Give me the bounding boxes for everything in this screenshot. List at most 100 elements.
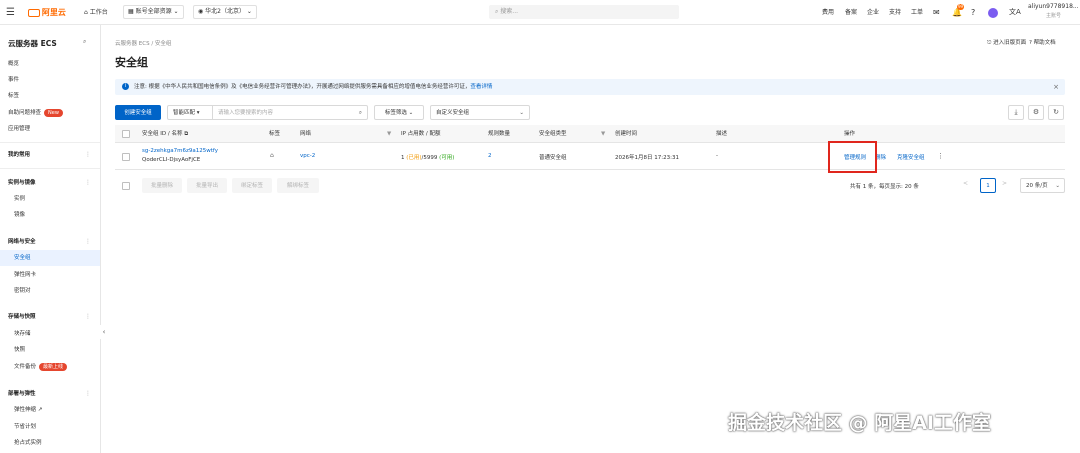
- help-docs-link[interactable]: ? 帮助文档: [1029, 38, 1056, 46]
- unbind-tags-button[interactable]: 解绑标签: [277, 178, 319, 193]
- topbar-link-filing[interactable]: 备案: [845, 0, 857, 25]
- description: -: [716, 153, 718, 159]
- topbar-link-fees[interactable]: 费用: [822, 0, 834, 25]
- notice-details-link[interactable]: 查看详情: [470, 84, 492, 90]
- security-group-type: 普通安全组: [539, 155, 567, 161]
- column-header-network: 网络: [300, 131, 312, 137]
- bulk-delete-button[interactable]: 批量删除: [142, 178, 182, 193]
- bulk-select-checkbox[interactable]: [122, 182, 130, 190]
- sidebar-item-app-management[interactable]: 应用管理: [0, 121, 100, 137]
- top-navigation-bar: ☰ 阿里云 ⌂ 工作台 ▦ 账号全部资源 ⌄ ◉ 华北2（北京） ⌄ ⌕ 搜索.…: [0, 0, 1080, 25]
- security-group-name: QoderCLI-DjsyAoFjCE: [142, 157, 201, 163]
- security-group-id-link[interactable]: sg-2zehkga7m6z9a125wtfy: [142, 148, 218, 154]
- bulk-export-button[interactable]: 批量导出: [187, 178, 227, 193]
- global-search-input[interactable]: ⌕ 搜索...: [489, 5, 679, 19]
- topbar-link-enterprise[interactable]: 企业: [867, 0, 879, 25]
- logo-mark-icon: [28, 8, 40, 17]
- sidebar-item-instances[interactable]: 实例: [0, 191, 100, 207]
- sidebar-item-key-pairs[interactable]: 密钥对: [0, 283, 100, 299]
- workbench-link[interactable]: ⌂ 工作台: [84, 0, 108, 25]
- custom-security-group-select[interactable]: 自定义安全组 ⌄: [430, 105, 530, 120]
- breadcrumb: 云服务器 ECS / 安全组: [115, 41, 172, 47]
- page-size-select[interactable]: 20 条/页 ⌄: [1020, 178, 1065, 193]
- breadcrumb-root[interactable]: 云服务器 ECS: [115, 41, 150, 47]
- tag-icon[interactable]: ⌂: [270, 152, 274, 159]
- help-icon[interactable]: ?: [971, 0, 975, 25]
- grid-icon: ▦: [128, 8, 134, 15]
- refresh-icon[interactable]: ↻: [1048, 105, 1064, 120]
- row-checkbox[interactable]: [122, 153, 130, 161]
- rule-count-link[interactable]: 2: [488, 153, 492, 159]
- info-icon: i: [122, 83, 129, 90]
- sidebar: 云服务器 ECS ⌕ 概览 事件 标签 自助问题排查 New 应用管理 我的常用 …: [0, 25, 101, 453]
- column-header-created-time: 创建时间: [615, 131, 638, 137]
- sidebar-item-tags[interactable]: 标签: [0, 88, 100, 104]
- page-title: 安全组: [115, 56, 148, 69]
- smart-match-dropdown[interactable]: 智能匹配 ▾: [167, 105, 213, 120]
- sidebar-item-spot-instances[interactable]: 抢占式实例: [0, 435, 100, 451]
- sidebar-item-events[interactable]: 事件: [0, 72, 100, 88]
- sidebar-search-icon[interactable]: ⌕: [83, 38, 86, 46]
- legacy-page-link[interactable]: ⎋ 进入旧版页面: [987, 38, 1026, 47]
- sidebar-item-images[interactable]: 镜像: [0, 207, 100, 223]
- sidebar-item-snapshots[interactable]: 快照: [0, 342, 100, 358]
- vpc-link[interactable]: vpc-2: [300, 153, 315, 159]
- page-1-button[interactable]: 1: [980, 178, 996, 193]
- topbar-link-support[interactable]: 支持: [889, 0, 901, 25]
- column-header-description: 描述: [716, 131, 728, 137]
- more-icon[interactable]: ⋮: [85, 147, 91, 163]
- more-icon[interactable]: ⋮: [85, 234, 91, 250]
- security-group-search-input[interactable]: 请输入您要搜索的内容 ⌕: [212, 105, 368, 120]
- sidebar-item-elastic-nic[interactable]: 弹性网卡: [0, 267, 100, 283]
- table-row: sg-2zehkga7m6z9a125wtfy QoderCLI-DjsyAoF…: [115, 144, 1065, 170]
- hamburger-menu-icon[interactable]: ☰: [6, 0, 15, 25]
- select-all-checkbox[interactable]: [122, 130, 130, 138]
- question-icon: ?: [1029, 40, 1032, 46]
- account-resources-selector[interactable]: ▦ 账号全部资源 ⌄: [123, 5, 184, 19]
- highlight-box: [828, 141, 877, 173]
- pagination-summary: 共有 1 条，每页显示: 20 条: [850, 184, 919, 190]
- message-icon[interactable]: ✉: [933, 0, 940, 25]
- more-icon[interactable]: ⋮: [85, 309, 91, 325]
- clone-security-group-link[interactable]: 克隆安全组: [897, 153, 925, 161]
- more-actions-icon[interactable]: ⋮: [937, 152, 944, 160]
- sidebar-item-overview[interactable]: 概览: [0, 56, 100, 72]
- download-icon[interactable]: ⤓: [1008, 105, 1024, 120]
- chevron-down-icon: ⌄: [519, 110, 524, 116]
- sidebar-item-file-backup[interactable]: 文件备份 最新上线: [0, 359, 100, 375]
- sidebar-item-auto-scaling[interactable]: 弹性伸缩 ↗: [0, 402, 100, 418]
- breadcrumb-current: 安全组: [154, 41, 172, 47]
- sidebar-divider: [0, 142, 100, 143]
- sidebar-title: 云服务器 ECS: [8, 39, 57, 48]
- prev-page-icon[interactable]: <: [963, 180, 968, 187]
- latest-launch-badge: 最新上线: [39, 362, 68, 371]
- more-icon[interactable]: ⋮: [85, 175, 91, 191]
- bell-icon[interactable]: 🔔 99: [952, 0, 965, 25]
- close-icon[interactable]: ×: [1053, 79, 1059, 95]
- aliyun-logo[interactable]: 阿里云: [28, 0, 66, 25]
- sidebar-item-security-groups[interactable]: 安全组: [0, 250, 100, 266]
- sidebar-item-self-troubleshoot[interactable]: 自助问题排查 New: [0, 105, 100, 121]
- create-security-group-button[interactable]: 创建安全组: [115, 105, 161, 120]
- column-header-ip-usage: IP 占用数 / 配额: [401, 131, 441, 137]
- notice-banner: i 注意: 根据《中华人民共和国电信条例》及《电信业务经营许可管理办法》，开展通…: [115, 79, 1065, 95]
- tag-filter-button[interactable]: 标签筛选 ⌄: [374, 105, 424, 120]
- region-selector[interactable]: ◉ 华北2（北京） ⌄: [193, 5, 257, 19]
- bind-tags-button[interactable]: 绑定标签: [232, 178, 272, 193]
- settings-gear-icon[interactable]: ⚙: [1028, 105, 1044, 120]
- search-icon[interactable]: ⌕: [359, 106, 362, 121]
- ai-assistant-icon[interactable]: [988, 8, 998, 18]
- column-header-id-name[interactable]: 安全组 ID / 名称 ⧉: [142, 125, 188, 143]
- sidebar-item-savings-plan[interactable]: 节省计划: [0, 419, 100, 435]
- table-header: 安全组 ID / 名称 ⧉ 标签 网络 ▼ IP 占用数 / 配额 规则数量 安…: [115, 125, 1065, 143]
- filter-icon[interactable]: ▼: [601, 125, 605, 143]
- sidebar-divider: [0, 168, 100, 169]
- copy-icon[interactable]: ⧉: [184, 131, 188, 137]
- next-page-icon[interactable]: >: [1002, 180, 1007, 187]
- sidebar-item-block-storage[interactable]: 块存储: [0, 326, 100, 342]
- topbar-link-ticket[interactable]: 工单: [911, 0, 923, 25]
- chevron-down-icon: ⌄: [246, 8, 252, 15]
- filter-icon[interactable]: ▼: [387, 125, 391, 143]
- translate-icon[interactable]: 文A: [1009, 0, 1021, 25]
- more-icon[interactable]: ⋮: [85, 386, 91, 402]
